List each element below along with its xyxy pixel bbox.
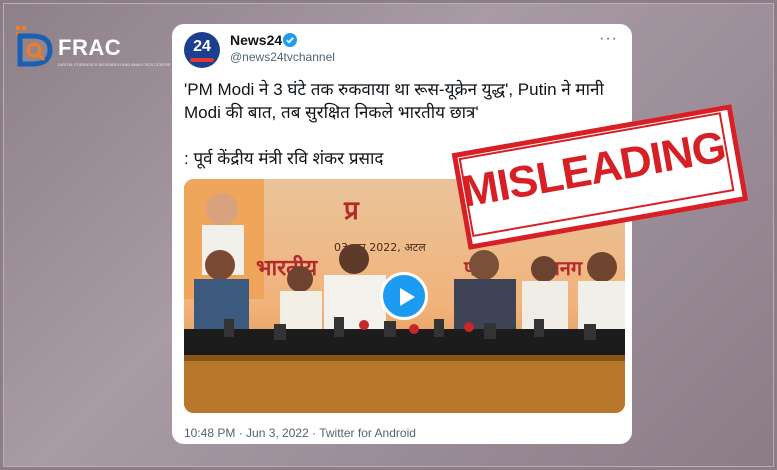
dfrac-d-mark-icon	[16, 26, 53, 67]
svg-text:प्र: प्र	[343, 196, 360, 226]
verified-badge-icon	[283, 33, 297, 47]
dfrac-logo-tagline: DIGITAL FORENSICS RESEARCH AND ANALYTICS…	[58, 62, 171, 67]
author-handle[interactable]: @news24tvchannel	[230, 50, 335, 64]
avatar-number: 24	[193, 38, 211, 55]
play-icon	[400, 288, 415, 306]
tweet-body: 'PM Modi ने 3 घंटे तक रुकवाया था रूस-यूक…	[184, 80, 604, 122]
more-options-icon[interactable]: ···	[599, 30, 618, 48]
tweet-timestamp[interactable]: 10:48 PM · Jun 3, 2022 · Twitter for And…	[184, 426, 416, 440]
author-name[interactable]: News24	[230, 32, 282, 48]
dfrac-logo-text: FRAC	[58, 35, 122, 60]
dfrac-logo: FRAC DIGITAL FORENSICS RESEARCH AND ANAL…	[12, 20, 171, 76]
avatar-stripe	[190, 58, 214, 62]
news24-avatar[interactable]: 24	[184, 32, 220, 68]
tweet-card: 24 News24 @news24tvchannel ··· 'PM Modi …	[172, 24, 632, 444]
play-button[interactable]	[380, 272, 428, 320]
